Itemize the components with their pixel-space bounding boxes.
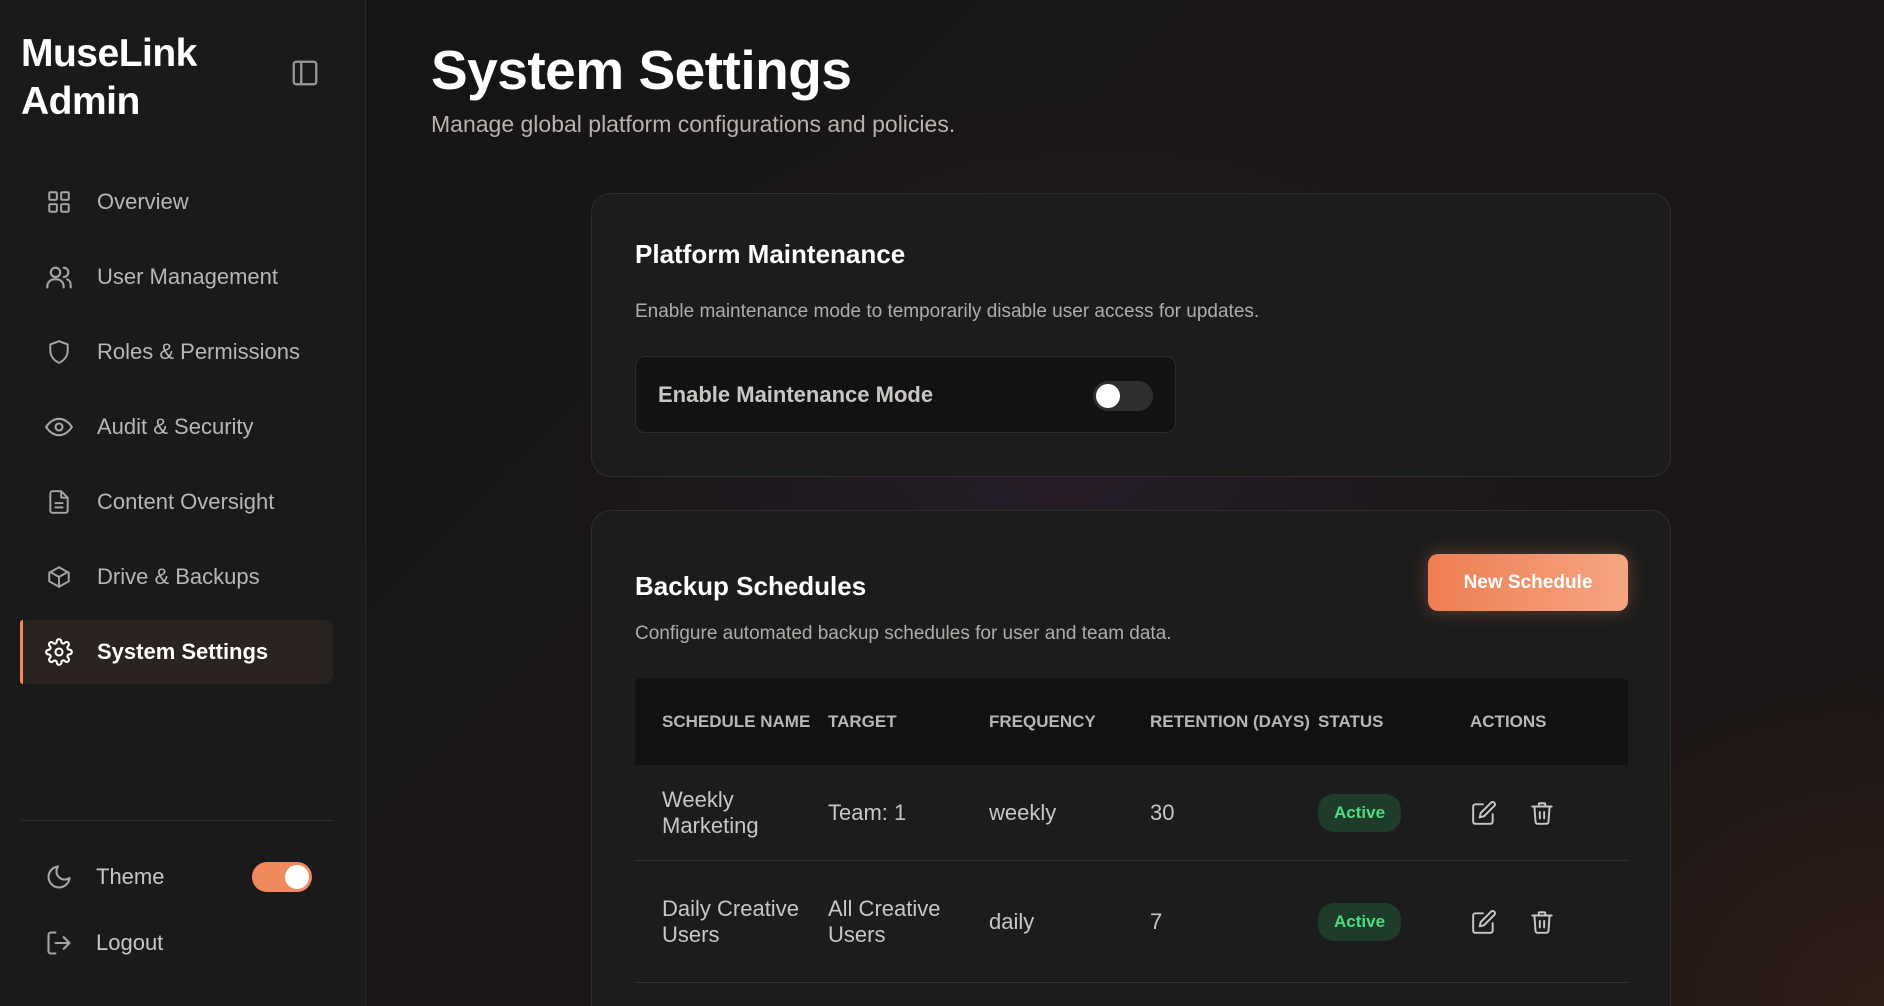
backup-schedules-description: Configure automated backup schedules for… bbox=[635, 623, 1172, 644]
delete-button[interactable] bbox=[1528, 908, 1556, 936]
maintenance-title: Platform Maintenance bbox=[635, 239, 906, 269]
box-icon bbox=[44, 562, 74, 592]
target-cell: Team: 1 bbox=[828, 799, 907, 825]
moon-icon bbox=[44, 862, 74, 892]
status-cell: Active bbox=[1318, 793, 1470, 832]
status-cell: Active bbox=[1318, 902, 1470, 941]
sidebar-item-overview[interactable]: Overview bbox=[20, 170, 333, 234]
brand-logo: MuseLink Admin bbox=[21, 30, 197, 126]
edit-button[interactable] bbox=[1470, 908, 1498, 936]
status-badge: Active bbox=[1318, 902, 1402, 941]
frequency-cell: weekly bbox=[989, 799, 1057, 825]
brand-line-2: Admin bbox=[21, 80, 140, 123]
sidebar-item-label: Drive & Backups bbox=[97, 564, 260, 589]
table-header: Schedule Name Target Frequency Retention… bbox=[635, 678, 1628, 765]
sidebar-divider bbox=[20, 820, 333, 821]
sidebar: MuseLink Admin Overview User Management … bbox=[0, 0, 366, 1006]
theme-label: Theme bbox=[96, 864, 165, 889]
column-header-actions: Actions bbox=[1470, 711, 1547, 731]
sidebar-nav: Overview User Management Roles & Permiss… bbox=[20, 170, 333, 695]
logout-icon bbox=[44, 928, 74, 958]
theme-toggle[interactable] bbox=[252, 862, 312, 892]
column-header-schedule-name: Schedule Name bbox=[662, 711, 811, 731]
sidebar-item-label: Roles & Permissions bbox=[97, 339, 300, 364]
sidebar-item-label: Overview bbox=[97, 189, 189, 214]
frequency-cell: daily bbox=[989, 908, 1035, 934]
sidebar-item-label: Audit & Security bbox=[97, 414, 254, 439]
shield-icon bbox=[44, 337, 74, 367]
table-row: Weekly Marketing Team: 1 weekly 30 Activ… bbox=[635, 765, 1628, 861]
eye-icon bbox=[44, 412, 74, 442]
logout-label: Logout bbox=[96, 930, 164, 955]
actions-cell bbox=[1470, 799, 1628, 827]
trash-icon bbox=[1531, 910, 1553, 934]
trash-icon bbox=[1531, 801, 1553, 825]
sidebar-item-label: User Management bbox=[97, 264, 278, 289]
retention-cell: 7 bbox=[1150, 908, 1163, 934]
page-subtitle: Manage global platform configurations an… bbox=[431, 111, 956, 137]
edit-icon bbox=[1472, 800, 1496, 825]
maintenance-description: Enable maintenance mode to temporarily d… bbox=[635, 301, 1260, 322]
sidebar-item-label: Content Oversight bbox=[97, 489, 275, 514]
platform-maintenance-card: Platform Maintenance Enable maintenance … bbox=[591, 193, 1671, 477]
new-schedule-button[interactable]: New Schedule bbox=[1428, 554, 1628, 611]
sidebar-item-user-management[interactable]: User Management bbox=[20, 245, 333, 309]
backup-schedules-card: Backup Schedules Configure automated bac… bbox=[591, 510, 1671, 1006]
grid-icon bbox=[44, 187, 74, 217]
gear-icon bbox=[44, 637, 74, 667]
sidebar-toggle-icon bbox=[292, 60, 318, 86]
status-badge: Active bbox=[1318, 793, 1402, 832]
retention-cell: 30 bbox=[1150, 799, 1175, 825]
logout-button[interactable]: Logout bbox=[44, 928, 163, 958]
sidebar-collapse-button[interactable] bbox=[288, 56, 322, 90]
edit-button[interactable] bbox=[1470, 799, 1498, 827]
sidebar-item-content-oversight[interactable]: Content Oversight bbox=[20, 470, 333, 534]
schedule-name-cell: Weekly Marketing bbox=[662, 786, 759, 838]
schedule-name-cell: Daily Creative Users bbox=[662, 895, 799, 947]
backup-schedules-table: Schedule Name Target Frequency Retention… bbox=[635, 678, 1628, 983]
column-header-retention: Retention (Days) bbox=[1150, 711, 1310, 731]
table-row: Daily Creative Users All Creative Users … bbox=[635, 861, 1628, 983]
page-title: System Settings bbox=[431, 39, 852, 101]
brand-line-1: MuseLink bbox=[21, 32, 197, 75]
actions-cell bbox=[1470, 908, 1628, 936]
column-header-status: Status bbox=[1318, 711, 1384, 731]
sidebar-item-label: System Settings bbox=[97, 639, 269, 664]
maintenance-mode-toggle[interactable] bbox=[1093, 381, 1153, 411]
sidebar-item-drive-backups[interactable]: Drive & Backups bbox=[20, 545, 333, 609]
column-header-target: Target bbox=[828, 711, 897, 731]
backup-schedules-title: Backup Schedules bbox=[635, 571, 867, 601]
sidebar-item-system-settings[interactable]: System Settings bbox=[20, 620, 333, 684]
delete-button[interactable] bbox=[1528, 799, 1556, 827]
sidebar-item-audit-security[interactable]: Audit & Security bbox=[20, 395, 333, 459]
file-icon bbox=[44, 487, 74, 517]
maintenance-mode-label: Enable Maintenance Mode bbox=[658, 382, 934, 407]
maintenance-mode-row: Enable Maintenance Mode bbox=[635, 356, 1176, 433]
edit-icon bbox=[1472, 909, 1496, 934]
theme-row: Theme bbox=[44, 862, 164, 892]
users-icon bbox=[44, 262, 74, 292]
column-header-frequency: Frequency bbox=[989, 711, 1096, 731]
target-cell: All Creative Users bbox=[828, 895, 941, 947]
sidebar-item-roles-permissions[interactable]: Roles & Permissions bbox=[20, 320, 333, 384]
